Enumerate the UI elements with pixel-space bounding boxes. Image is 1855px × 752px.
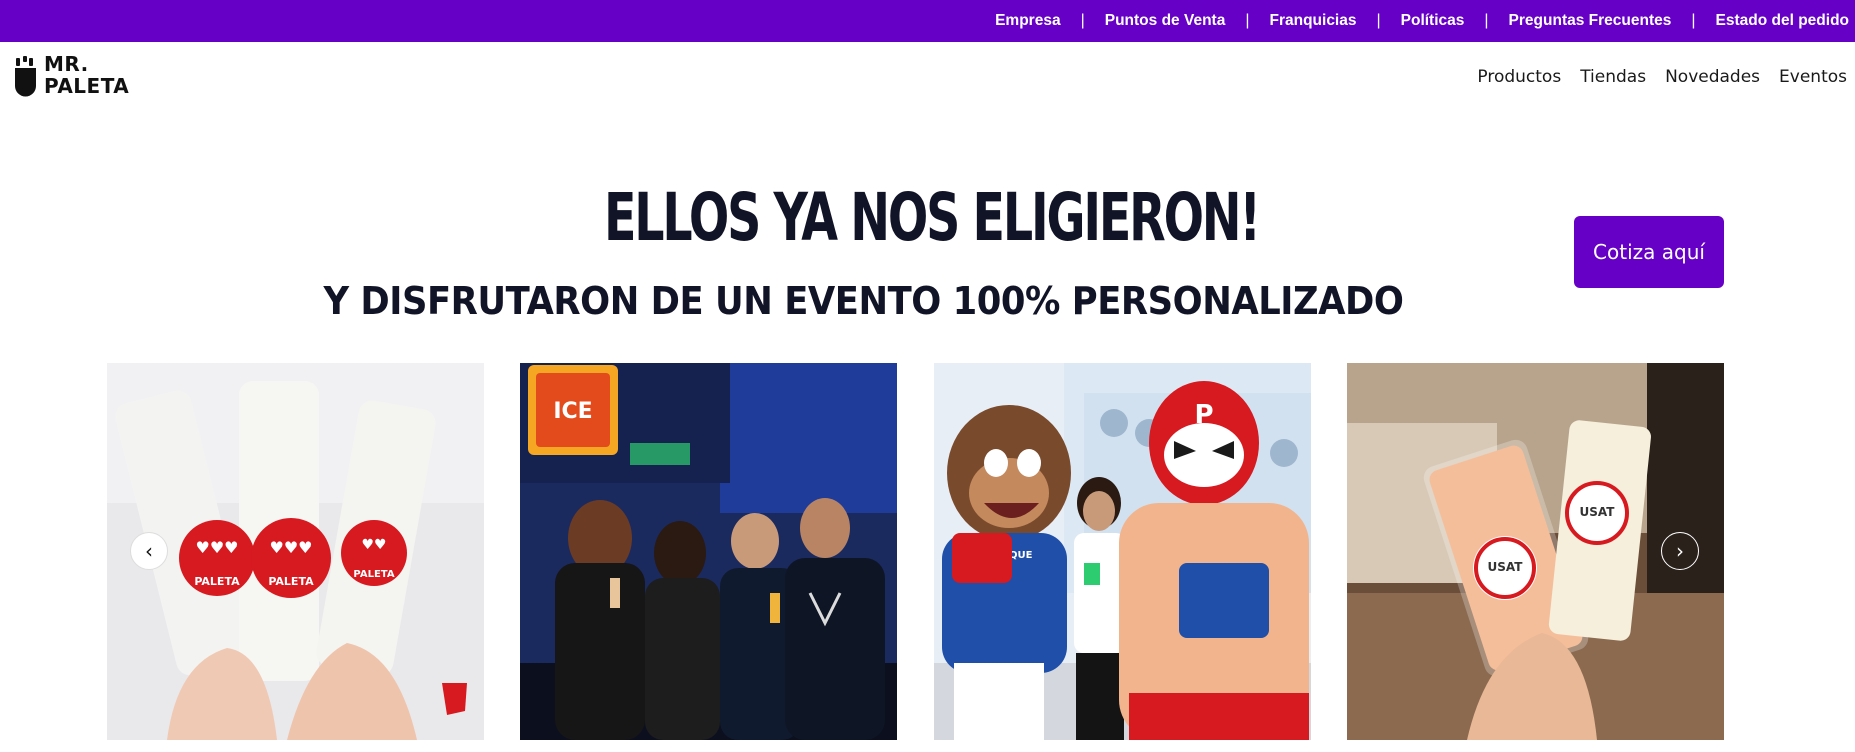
- svg-text:♥♥♥: ♥♥♥: [195, 538, 238, 557]
- paleta-label: PALETA: [353, 569, 394, 580]
- paleta-label: PALETA: [194, 575, 240, 588]
- nav-eventos[interactable]: Eventos: [1779, 67, 1847, 87]
- slide-mascots: SAN ROQUE P: [934, 363, 1311, 740]
- top-nav-estado-del-pedido[interactable]: Estado del pedido: [1716, 12, 1849, 30]
- nav-productos[interactable]: Productos: [1477, 67, 1561, 87]
- top-nav-separator: |: [1245, 12, 1250, 29]
- top-nav-preguntas-frecuentes[interactable]: Preguntas Frecuentes: [1509, 12, 1672, 30]
- top-nav-franquicias[interactable]: Franquicias: [1269, 12, 1356, 30]
- top-nav-separator: |: [1376, 12, 1381, 29]
- top-nav-puntos-de-venta[interactable]: Puntos de Venta: [1105, 12, 1226, 30]
- slide-group-concert: ICE: [520, 363, 897, 740]
- nav-tiendas[interactable]: Tiendas: [1580, 67, 1646, 87]
- cotiza-button[interactable]: Cotiza aquí: [1574, 216, 1724, 288]
- chevron-right-icon: ›: [1676, 539, 1684, 563]
- top-nav: Empresa | Puntos de Venta | Franquicias …: [995, 0, 1855, 42]
- top-nav-separator: |: [1691, 12, 1696, 29]
- usat-label: USAT: [1488, 560, 1524, 574]
- brand-logo[interactable]: MR. PALETA: [14, 52, 148, 100]
- chevron-left-icon: ‹: [145, 539, 153, 563]
- main-nav: Productos Tiendas Novedades Eventos: [1458, 62, 1847, 92]
- svg-text:♥♥♥: ♥♥♥: [269, 538, 312, 557]
- carousel-prev-button[interactable]: ‹: [130, 532, 168, 570]
- paleta-label: PALETA: [268, 575, 314, 588]
- svg-text:♥♥: ♥♥: [361, 537, 386, 553]
- hero-title: ELLOS YA NOS ELIGIERON!: [604, 179, 1261, 256]
- top-bar: Empresa | Puntos de Venta | Franquicias …: [0, 0, 1855, 42]
- brand-line-1: MR.: [44, 52, 89, 76]
- ice-sign-label: ICE: [553, 399, 592, 424]
- top-nav-separator: |: [1080, 12, 1085, 29]
- mascots-photo: SAN ROQUE P: [934, 363, 1311, 740]
- group-photo: ICE: [520, 363, 897, 740]
- brand-line-2: PALETA: [44, 74, 130, 98]
- top-nav-separator: |: [1484, 12, 1489, 29]
- carousel-next-button[interactable]: ›: [1661, 532, 1699, 570]
- nav-novedades[interactable]: Novedades: [1665, 67, 1760, 87]
- luchador-p-label: P: [1194, 400, 1213, 430]
- events-carousel: ♥♥♥ ♥♥♥ ♥♥ PALETA PALETA PALETA ICE ROQU…: [107, 363, 1725, 740]
- usat-label: USAT: [1580, 505, 1616, 519]
- hero-subtitle: Y DISFRUTARON DE UN EVENTO 100% PERSONAL…: [323, 279, 1404, 323]
- top-nav-politicas[interactable]: Políticas: [1401, 12, 1465, 30]
- popsicle-logo-icon: [15, 56, 36, 97]
- top-nav-empresa[interactable]: Empresa: [995, 12, 1060, 30]
